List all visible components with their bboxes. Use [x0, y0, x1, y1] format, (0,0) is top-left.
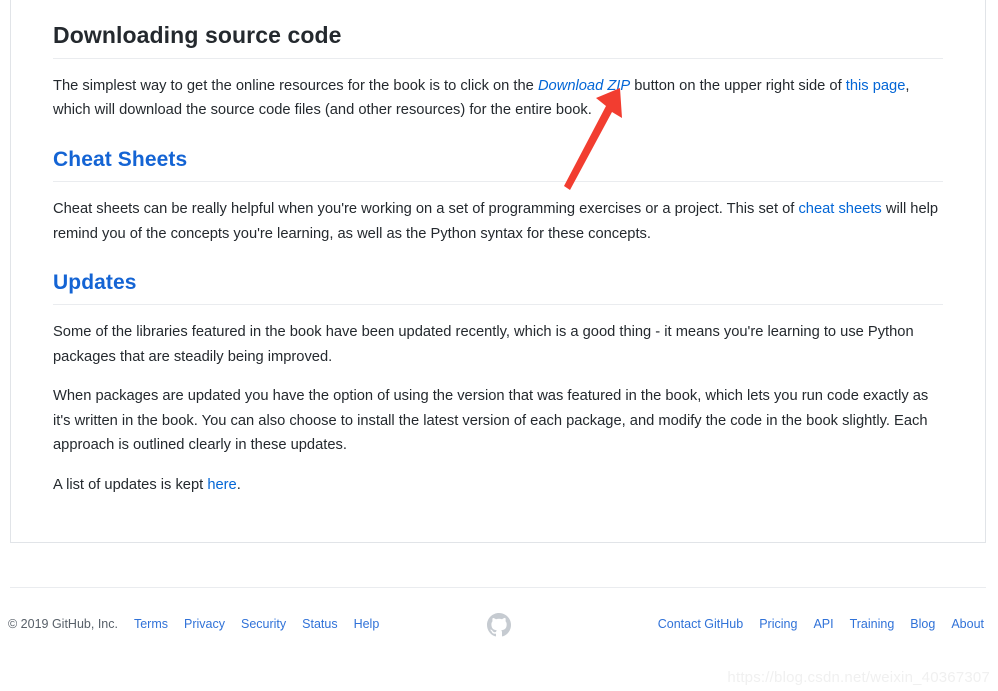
footer-divider: [10, 587, 986, 588]
footer-link-training[interactable]: Training: [850, 612, 895, 637]
csdn-watermark: https://blog.csdn.net/weixin_40367307: [727, 669, 990, 686]
paragraph-updates-3: A list of updates is kept here.: [53, 458, 943, 498]
text-fragment: Cheat sheets can be really helpful when …: [53, 201, 799, 217]
text-fragment: .: [236, 476, 241, 493]
footer-link-pricing[interactable]: Pricing: [759, 612, 797, 637]
footer-right-links: Contact GitHub Pricing API Training Blog…: [658, 612, 984, 637]
text-fragment: A list of updates is kept: [53, 476, 208, 493]
this-page-link[interactable]: this page: [846, 78, 906, 94]
text-fragment: The simplest way to get the online resou…: [53, 77, 538, 94]
footer-link-api[interactable]: API: [813, 612, 833, 637]
page-title: Downloading source code: [53, 0, 943, 59]
section-heading-cheat-sheets: Cheat Sheets: [53, 123, 943, 182]
footer-link-help[interactable]: Help: [354, 612, 380, 637]
footer-link-privacy[interactable]: Privacy: [184, 612, 225, 637]
footer-link-security[interactable]: Security: [241, 612, 286, 637]
section-heading-updates: Updates: [53, 246, 943, 306]
paragraph-updates-1: Some of the libraries featured in the bo…: [53, 324, 914, 365]
footer-link-terms[interactable]: Terms: [134, 612, 168, 637]
paragraph-download-instructions: The simplest way to get the online resou…: [53, 59, 943, 123]
download-zip-link[interactable]: Download ZIP: [538, 78, 630, 94]
footer-link-contact-github[interactable]: Contact GitHub: [658, 612, 743, 637]
footer-link-about[interactable]: About: [951, 612, 984, 637]
readme-content-box: Downloading source code The simplest way…: [10, 0, 986, 543]
cheat-sheets-link[interactable]: cheat sheets: [798, 201, 881, 217]
text-fragment: button on the upper right side of: [630, 77, 846, 94]
footer-link-status[interactable]: Status: [302, 612, 337, 637]
paragraph-updates-2: When packages are updated you have the o…: [53, 388, 929, 454]
footer-left-links: © 2019 GitHub, Inc. Terms Privacy Securi…: [8, 612, 379, 637]
updates-here-link[interactable]: here: [207, 477, 236, 493]
copyright-text: © 2019 GitHub, Inc.: [8, 617, 118, 631]
github-octocat-icon: [487, 613, 511, 637]
paragraph-cheat-sheets: Cheat sheets can be really helpful when …: [53, 182, 943, 246]
page-footer: © 2019 GitHub, Inc. Terms Privacy Securi…: [0, 612, 998, 662]
footer-link-blog[interactable]: Blog: [910, 612, 935, 637]
